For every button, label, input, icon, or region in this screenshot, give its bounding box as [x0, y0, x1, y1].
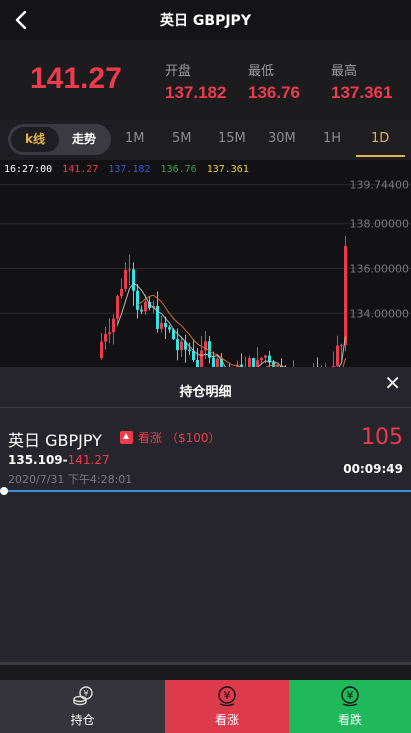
buy-down-label: 看跌: [337, 713, 362, 727]
candle-body: [128, 269, 131, 271]
buy-down-button[interactable]: ¥ 看跌: [289, 680, 411, 733]
buy-up-button[interactable]: ¥ 看涨: [165, 680, 289, 733]
svg-text:¥: ¥: [224, 689, 231, 702]
low-column: 最低 136.76: [248, 60, 300, 103]
candle-body: [136, 290, 139, 310]
tab-period-30m[interactable]: 30M: [268, 131, 296, 146]
position-instrument: 英日 GBPJPY: [8, 431, 102, 450]
candle-body: [248, 358, 251, 367]
countdown-timer: 00:09:49: [343, 462, 403, 476]
candle-body: [336, 345, 339, 366]
candle-body: [196, 359, 199, 367]
chart-mode-toggle: k线 走势: [8, 124, 111, 155]
position-date: 2020/7/31 下午4:28:01: [8, 473, 133, 486]
candle-body: [160, 323, 163, 329]
candle-body: [212, 357, 215, 367]
progress-bar: [0, 487, 411, 495]
legend-time: 16:27:00: [4, 164, 53, 175]
open-label: 开盘: [165, 64, 192, 79]
legend-low: 136.76: [160, 164, 197, 175]
position-amount: （$100）: [166, 431, 221, 445]
candle-body: [188, 349, 191, 351]
candle-body: [260, 357, 263, 361]
candle-body: [120, 288, 123, 297]
panel-title: 持仓明细: [179, 385, 232, 400]
yen-coin-icon: ¥: [218, 686, 236, 707]
candle-body: [176, 339, 179, 351]
candle-body: [164, 323, 167, 328]
high-label: 最高: [331, 64, 358, 79]
candle-body: [144, 301, 147, 312]
tab-period-1h[interactable]: 1H: [323, 131, 341, 146]
bottom-action-bar: ¥ 持仓 ¥ 看涨 ¥ 看跌: [0, 680, 411, 733]
candle-body: [264, 355, 267, 358]
chart-tabs: k线 走势 1M 5M 15M 30M 1H 1D: [0, 120, 411, 160]
candle-body: [344, 246, 347, 346]
low-label: 最低: [248, 64, 275, 79]
arrow-up-icon: [120, 431, 133, 444]
tab-kline[interactable]: k线: [11, 127, 59, 152]
open-column: 开盘 137.182: [165, 60, 226, 103]
high-value: 137.361: [331, 83, 393, 102]
buy-up-label: 看涨: [214, 713, 239, 727]
divider: [0, 407, 411, 408]
legend-high: 137.361: [206, 164, 249, 175]
current-price-value: 141.27: [67, 453, 110, 467]
legend-close: 141.27: [62, 164, 99, 175]
candle-body: [124, 270, 127, 289]
candle-body: [116, 296, 119, 319]
candle-body: [156, 306, 159, 329]
position-direction: 看涨 （$100）: [120, 429, 221, 446]
kline-chart[interactable]: 139.74400 138.00000 136.00000 134.00000 16:…: [0, 160, 411, 367]
close-icon[interactable]: ✕: [384, 371, 401, 395]
candle-body: [180, 341, 183, 351]
position-panel: 持仓明细 ✕ 英日 GBPJPY 看涨 （$100） 105 135.109-1…: [0, 367, 411, 665]
quote-panel: 141.27 开盘 137.182 最低 136.76 最高 137.361: [0, 40, 411, 120]
y-tick-label: 136.00000: [350, 263, 410, 276]
candle-body: [168, 327, 171, 330]
spacer: [0, 665, 411, 680]
candle-body: [340, 345, 343, 347]
nav-bar: 英日 GBPJPY: [0, 0, 411, 40]
hold-button[interactable]: ¥ 持仓: [0, 680, 165, 733]
page-title: 英日 GBPJPY: [160, 13, 251, 29]
open-value: 137.182: [165, 83, 227, 102]
candle-body: [192, 350, 195, 360]
y-tick-label: 134.00000: [350, 307, 410, 320]
chart-legend: 16:27:00 141.27 137.182 136.76 137.361: [4, 164, 253, 175]
tab-period-5m[interactable]: 5M: [172, 131, 192, 146]
kline-chart-svg: 139.74400 138.00000 136.00000 134.00000: [0, 179, 411, 367]
open-price: 135.109: [8, 453, 63, 467]
candle-body: [112, 318, 115, 333]
active-tab-indicator: [356, 155, 405, 157]
candle-body: [108, 332, 111, 334]
svg-text:¥: ¥: [347, 689, 354, 702]
position-prices: 135.109-141.27: [8, 453, 110, 467]
candle-body: [140, 309, 143, 312]
hold-label: 持仓: [70, 713, 95, 727]
progress-dot: [0, 487, 8, 495]
yen-coin-icon: ¥: [341, 686, 359, 707]
candle-body: [104, 333, 107, 342]
high-column: 最高 137.361: [331, 60, 392, 103]
candle-body: [100, 341, 103, 359]
tab-period-15m[interactable]: 15M: [218, 131, 246, 146]
legend-open: 137.182: [108, 164, 151, 175]
y-tick-label: 138.00000: [350, 218, 410, 231]
low-value: 136.76: [248, 83, 300, 102]
current-price: 141.27: [30, 62, 122, 95]
candle-body: [132, 269, 135, 291]
tab-trend[interactable]: 走势: [60, 127, 108, 152]
coins-icon: ¥: [72, 686, 93, 706]
direction-label: 看涨: [138, 431, 163, 445]
position-profit: 105: [361, 425, 403, 450]
svg-text:¥: ¥: [83, 689, 88, 698]
y-tick-label: 139.74400: [350, 179, 410, 192]
tab-period-1m[interactable]: 1M: [125, 131, 145, 146]
candle-body: [200, 350, 203, 367]
candle-body: [216, 358, 219, 367]
candle-body: [252, 358, 255, 367]
tab-period-1d[interactable]: 1D: [371, 131, 389, 146]
